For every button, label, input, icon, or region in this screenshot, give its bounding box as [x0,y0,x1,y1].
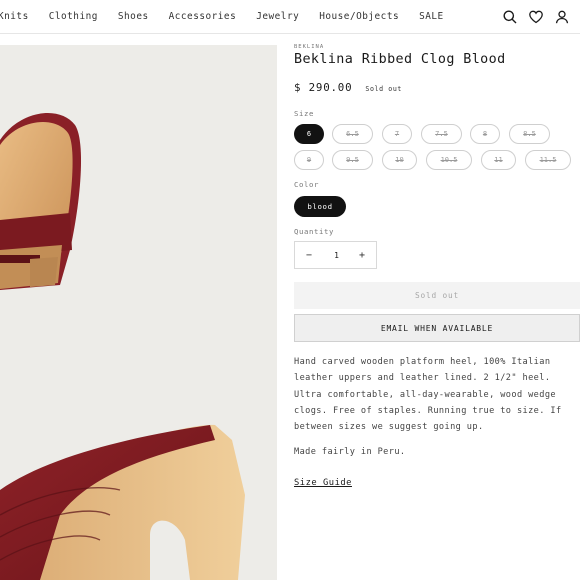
sold-out-badge: Sold out [365,85,402,93]
nav-link-shoes[interactable]: Shoes [118,11,149,22]
product-price: $ 290.00 [294,81,353,94]
size-option[interactable]: 9.5 [332,150,373,170]
nav-link-accessories[interactable]: Accessories [169,11,237,22]
size-option[interactable]: 7 [382,124,412,144]
product-title: Beklina Ribbed Clog Blood [294,52,506,67]
nav-link-knits[interactable]: Knits [0,11,29,22]
top-nav: Knits Clothing Shoes Accessories Jewelry… [0,0,580,34]
size-option[interactable]: 11.5 [525,150,571,170]
size-option[interactable]: 11 [481,150,516,170]
email-when-available-button[interactable]: EMAIL WHEN AVAILABLE [294,314,580,342]
color-option-blood[interactable]: blood [294,196,346,217]
clog-photo [0,45,277,580]
product-image[interactable] [0,45,277,580]
made-in-text: Made fairly in Peru. [294,447,406,457]
quantity-decrease-button[interactable]: − [297,242,321,268]
nav-link-sale[interactable]: SALE [419,11,444,22]
quantity-value[interactable]: 1 [323,242,350,268]
nav-links: Knits Clothing Shoes Accessories Jewelry… [0,11,464,22]
search-icon[interactable] [502,9,518,25]
sold-out-button[interactable]: Sold out [294,282,580,309]
product-info: BEKLINA Beklina Ribbed Clog Blood $ 290.… [294,44,580,488]
size-option[interactable]: 6.5 [332,124,373,144]
description-line: Ultra comfortable, all-day-wearable, woo… [294,389,556,400]
size-label: Size [294,109,314,118]
color-label: Color [294,180,319,189]
size-guide-link[interactable]: Size Guide [294,478,352,488]
nav-icons [502,9,570,25]
size-option[interactable]: 10 [382,150,417,170]
description-line: clogs. Free of staples. Running true to … [294,405,562,416]
size-option[interactable]: 9 [294,150,324,170]
heart-icon[interactable] [528,9,544,25]
user-icon[interactable] [554,9,570,25]
size-option[interactable]: 10.5 [426,150,472,170]
size-option[interactable]: 6 [294,124,324,144]
quantity-increase-button[interactable]: + [350,242,374,268]
nav-link-jewelry[interactable]: Jewelry [256,11,299,22]
nav-link-clothing[interactable]: Clothing [49,11,98,22]
quantity-label: Quantity [294,227,334,236]
size-option[interactable]: 8 [470,124,500,144]
size-option[interactable]: 8.5 [509,124,550,144]
product-description: Hand carved wooden platform heel, 100% I… [294,354,580,435]
size-option[interactable]: 7.5 [421,124,462,144]
description-line: Hand carved wooden platform heel, 100% I… [294,357,551,367]
description-line: between sizes we suggest going up. [294,422,484,433]
description-line: leather uppers and leather lined. 2 1/2"… [294,373,551,384]
nav-link-house-objects[interactable]: House/Objects [319,11,399,22]
product-vendor: BEKLINA [294,44,325,50]
price-row: $ 290.00 Sold out [294,81,402,94]
quantity-stepper: − 1 + [294,241,377,269]
